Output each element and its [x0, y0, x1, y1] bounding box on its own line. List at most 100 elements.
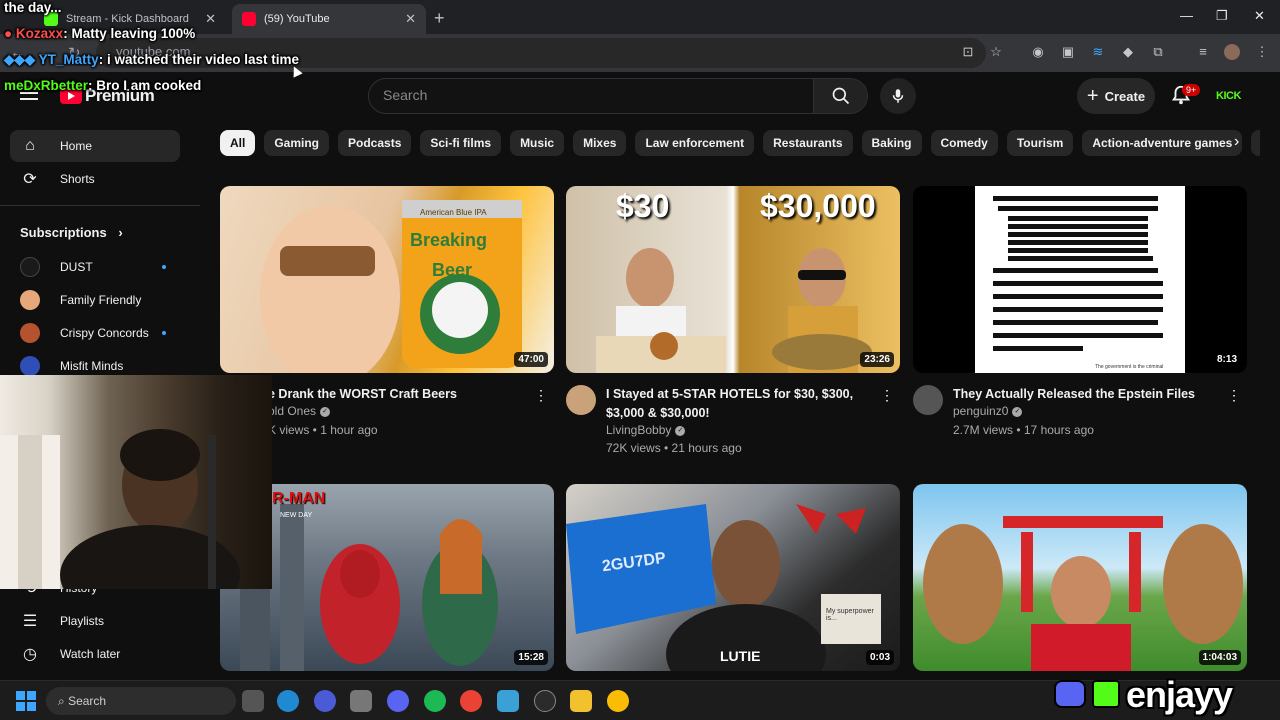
- thumb-text: Breaking: [410, 230, 488, 250]
- chip-comedy[interactable]: Comedy: [930, 130, 998, 156]
- chrome-icon[interactable]: [460, 690, 482, 712]
- bookmark-star-icon[interactable]: ☆: [988, 44, 1004, 60]
- voice-search-button[interactable]: [880, 78, 916, 114]
- video-thumbnail[interactable]: $30 $30,000 23:26: [566, 186, 900, 373]
- search-box: [368, 78, 868, 114]
- extension-icon[interactable]: ≋: [1090, 44, 1106, 60]
- streamer-name: enjayy: [1126, 674, 1233, 715]
- search-icon: [832, 87, 849, 105]
- calculator-icon[interactable]: [497, 690, 519, 712]
- sidebar-item-playlists[interactable]: ☰ Playlists: [10, 605, 180, 637]
- chat-username: YT_Matty: [38, 52, 99, 67]
- browser-menu-icon[interactable]: ⋮: [1254, 44, 1270, 60]
- close-window-icon[interactable]: ✕: [1254, 8, 1265, 24]
- chip-tourism[interactable]: Tourism: [1006, 130, 1074, 156]
- extension-icon[interactable]: ◆: [1120, 44, 1136, 60]
- video-thumbnail[interactable]: 1:04:03: [913, 484, 1247, 671]
- chip-law-enforcement[interactable]: Law enforcement: [635, 130, 755, 156]
- tab-youtube[interactable]: (59) YouTube ✕: [232, 4, 426, 34]
- subscriptions-header[interactable]: Subscriptions ›: [20, 225, 123, 240]
- channel-avatar[interactable]: [566, 385, 596, 415]
- chip-action-adventure-games[interactable]: Action-adventure games: [1082, 130, 1243, 156]
- snipping-tool-icon[interactable]: [350, 690, 372, 712]
- chevron-right-icon[interactable]: ›: [1234, 133, 1239, 151]
- sidebar-item-subscription[interactable]: Family Friendly: [10, 284, 180, 316]
- chip-restaurants[interactable]: Restaurants: [763, 130, 853, 156]
- windows-start-icon[interactable]: [16, 691, 36, 711]
- search-input[interactable]: [383, 87, 803, 103]
- chip-podcasts[interactable]: Podcasts: [338, 130, 412, 156]
- discord-icon[interactable]: [387, 690, 409, 712]
- sidebar-item-shorts[interactable]: ⟳ Shorts: [10, 163, 180, 195]
- thumb-text: NEW DAY: [280, 512, 313, 519]
- install-app-icon[interactable]: ⊡: [960, 44, 976, 60]
- edge-browser-icon[interactable]: [277, 690, 299, 712]
- category-chip-bar: All Gaming Podcasts Sci-fi films Music Mixes L…: [220, 130, 1260, 156]
- new-content-dot: [162, 331, 166, 335]
- microphone-icon: [892, 89, 904, 103]
- subscription-name: Family Friendly: [60, 293, 142, 307]
- extension-icon[interactable]: ◉: [1030, 44, 1046, 60]
- new-tab-button[interactable]: +: [434, 8, 445, 29]
- video-thumbnail[interactable]: 2GU7DP LUTIE My superpower is... 0:03: [566, 484, 900, 671]
- chat-text: i watched their video last time: [106, 52, 299, 67]
- chip-partial[interactable]: Ca: [1251, 130, 1260, 156]
- sidebar-item-watch-later[interactable]: ◷ Watch later: [10, 638, 180, 670]
- chip-all[interactable]: All: [220, 130, 256, 156]
- video-card[interactable]: 1:04:03: [913, 484, 1247, 671]
- obs-studio-icon[interactable]: [534, 690, 556, 712]
- video-title[interactable]: I Stayed at 5-STAR HOTELS for $30, $300,…: [606, 385, 876, 423]
- more-actions-icon[interactable]: ⋮: [880, 387, 894, 404]
- chip-baking[interactable]: Baking: [861, 130, 922, 156]
- restore-icon[interactable]: ❐: [1216, 8, 1228, 24]
- spotify-icon[interactable]: [424, 690, 446, 712]
- taskbar-search-label: Search: [68, 694, 107, 708]
- video-thumbnail[interactable]: American Blue IPA Breaking Beer 47:00: [220, 186, 554, 373]
- minimize-icon[interactable]: —: [1180, 8, 1193, 23]
- video-title[interactable]: They Actually Released the Epstein Files: [953, 385, 1223, 404]
- chip-music[interactable]: Music: [510, 130, 565, 156]
- taskbar-search[interactable]: ⌕ Search: [46, 687, 236, 715]
- clock-icon: ◷: [23, 646, 37, 663]
- close-tab-icon[interactable]: ✕: [405, 11, 416, 27]
- sidebar-item-subscription[interactable]: DUST: [10, 251, 180, 283]
- more-actions-icon[interactable]: ⋮: [1227, 387, 1241, 404]
- search-button[interactable]: [813, 79, 867, 113]
- webcam-overlay: [0, 375, 272, 589]
- file-explorer-icon[interactable]: [570, 690, 592, 712]
- channel-name[interactable]: old Ones ✓: [268, 404, 331, 418]
- task-view-icon[interactable]: [242, 690, 264, 712]
- notification-count-badge: 9+: [1182, 84, 1201, 96]
- subscriptions-label: Subscriptions: [20, 225, 107, 240]
- divider: [0, 205, 200, 206]
- beer-can-art: [260, 200, 522, 373]
- channel-name-text: penguinz0: [953, 404, 1009, 418]
- chip-mixes[interactable]: Mixes: [573, 130, 627, 156]
- video-title[interactable]: e Drank the WORST Craft Beers: [268, 385, 538, 404]
- chat-username: Kozaxx: [15, 26, 64, 41]
- more-actions-icon[interactable]: ⋮: [534, 387, 548, 404]
- video-card[interactable]: 2GU7DP LUTIE My superpower is... 0:03: [566, 484, 900, 671]
- channel-name[interactable]: penguinz0 ✓: [953, 404, 1023, 418]
- home-icon: ⌂: [25, 137, 35, 154]
- video-thumbnail[interactable]: The government is the criminal 8:13: [913, 186, 1247, 373]
- chip-sci-fi-films[interactable]: Sci-fi films: [420, 130, 502, 156]
- sidebar-item-subscription[interactable]: Crispy Concords: [10, 317, 180, 349]
- vpn-app-icon[interactable]: [314, 690, 336, 712]
- sidebar-item-home[interactable]: ⌂ Home: [10, 130, 180, 162]
- thumb-text: American Blue IPA: [420, 208, 487, 217]
- chip-gaming[interactable]: Gaming: [264, 130, 330, 156]
- create-button[interactable]: + Create: [1077, 78, 1155, 114]
- close-tab-icon[interactable]: ✕: [205, 11, 216, 27]
- video-card[interactable]: $30 $30,000 23:26 I Stayed at 5-STAR HOT…: [566, 186, 900, 457]
- media-control-icon[interactable]: ≡: [1195, 44, 1211, 60]
- video-card[interactable]: The government is the criminal 8:13 They…: [913, 186, 1247, 457]
- extensions-puzzle-icon[interactable]: ⧉: [1150, 44, 1166, 60]
- profile-avatar[interactable]: [1224, 44, 1240, 60]
- chrome-canary-icon[interactable]: [607, 690, 629, 712]
- channel-name[interactable]: LivingBobby ✓: [606, 423, 686, 437]
- video-meta: They Actually Released the Epstein Files…: [913, 385, 1247, 457]
- extension-icon[interactable]: ▣: [1060, 44, 1076, 60]
- kick-channel-avatar[interactable]: KICK: [1216, 90, 1241, 102]
- channel-avatar[interactable]: [913, 385, 943, 415]
